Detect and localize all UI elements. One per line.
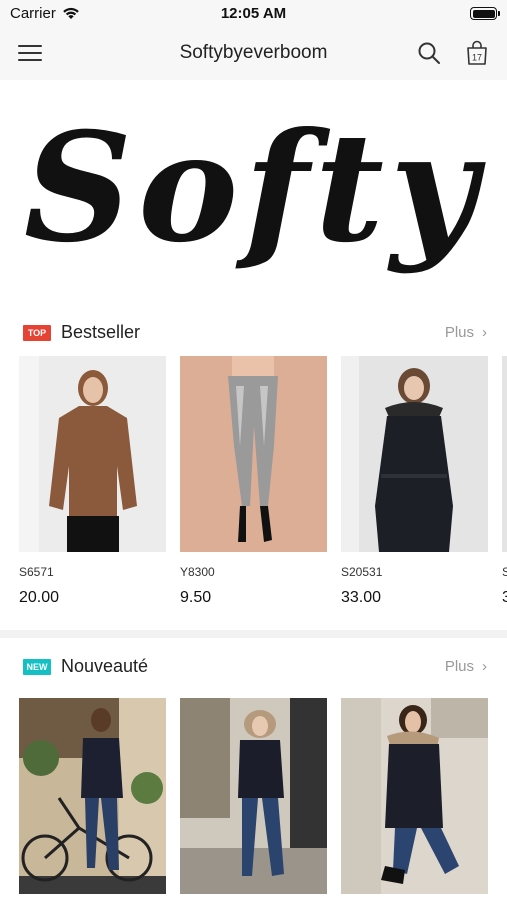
new-arrivals-product-row[interactable] — [19, 698, 507, 898]
product-card[interactable]: S20531 33.00 — [341, 356, 488, 606]
new-arrivals-section: NEW Nouveauté Plus › — [0, 643, 507, 900]
battery-icon — [470, 7, 500, 20]
nav-bar: Softybyeverboom 17 — [0, 28, 507, 80]
product-price: 9.50 — [180, 589, 212, 606]
product-card[interactable]: S6571 20.00 — [19, 356, 166, 606]
product-image[interactable] — [502, 356, 507, 552]
product-image[interactable] — [341, 698, 488, 894]
product-code: S6571 — [19, 565, 54, 579]
product-image[interactable] — [19, 356, 166, 552]
new-badge: NEW — [23, 659, 51, 675]
bestseller-section: TOP Bestseller Plus › S6571 20.00 Y8300 … — [0, 309, 507, 629]
product-card[interactable]: S 3 — [502, 356, 507, 606]
product-price: 20.00 — [19, 589, 60, 606]
clock: 12:05 AM — [220, 5, 287, 22]
product-card[interactable]: Y8300 9.50 — [180, 356, 327, 606]
new-arrivals-more-link[interactable]: Plus › — [445, 658, 487, 675]
new-arrivals-title: Nouveauté — [61, 656, 149, 676]
product-image[interactable] — [180, 356, 327, 552]
product-code: S20531 — [341, 565, 383, 579]
product-image[interactable] — [341, 356, 488, 552]
bestseller-header: TOP Bestseller Plus › — [0, 309, 507, 359]
section-divider — [0, 630, 507, 638]
product-price: 33.00 — [341, 589, 382, 606]
product-image[interactable] — [19, 698, 166, 894]
brand-banner[interactable]: Softy — [0, 80, 507, 306]
chevron-right-icon: › — [482, 658, 487, 675]
bestseller-more-link[interactable]: Plus › — [445, 324, 487, 341]
bestseller-title: Bestseller — [61, 322, 141, 342]
top-badge: TOP — [23, 325, 51, 341]
product-code: Y8300 — [180, 565, 215, 579]
cart-count: 17 — [472, 53, 482, 63]
product-card[interactable] — [180, 698, 327, 894]
status-bar: Carrier 12:05 AM — [0, 0, 507, 28]
product-price: 3 — [502, 589, 507, 606]
bestseller-product-row[interactable]: S6571 20.00 Y8300 9.50 S20531 33.00 S 3 — [19, 356, 507, 606]
product-card[interactable] — [19, 698, 166, 894]
brand-logo: Softy — [23, 100, 484, 276]
new-arrivals-header: NEW Nouveauté Plus › — [0, 643, 507, 693]
search-icon[interactable] — [417, 41, 441, 65]
product-image[interactable] — [180, 698, 327, 894]
product-card[interactable] — [341, 698, 488, 894]
chevron-right-icon: › — [482, 324, 487, 341]
shopping-bag-icon[interactable]: 17 — [465, 40, 489, 66]
product-code: S — [502, 565, 507, 579]
